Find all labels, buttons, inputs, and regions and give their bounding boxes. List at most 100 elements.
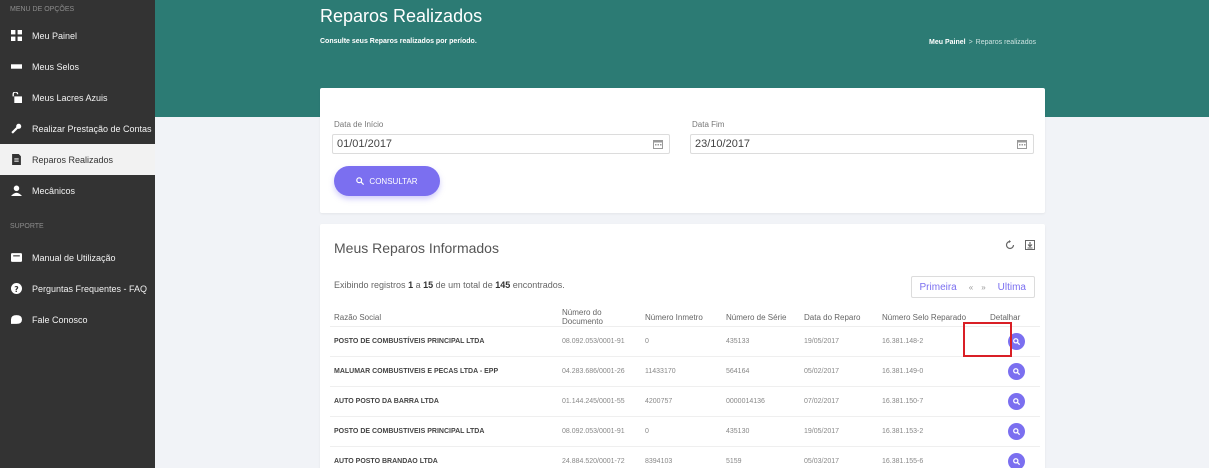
- pager-first[interactable]: Primeira: [912, 277, 965, 297]
- table-header-row: Razão Social Número do Documento Número …: [330, 308, 1040, 327]
- table-cell: 08.092.053/0001-91: [558, 416, 641, 447]
- table-cell: 0: [641, 326, 722, 357]
- table-cell: 564164: [722, 356, 800, 387]
- end-date-label: Data Fim: [692, 120, 725, 129]
- table-cell: 08.092.053/0001-91: [558, 326, 641, 357]
- download-icon[interactable]: [1025, 240, 1035, 250]
- seal-icon: [11, 61, 22, 72]
- records-to: 15: [423, 280, 434, 290]
- pager-prev[interactable]: «: [965, 277, 977, 297]
- table-cell: 435133: [722, 326, 800, 357]
- page-subtitle: Consulte seus Reparos realizados por per…: [320, 38, 477, 45]
- sidebar-item-reparos-realizados[interactable]: Reparos Realizados: [0, 144, 155, 175]
- sidebar-item-meus-lacres-azuis[interactable]: Meus Lacres Azuis: [0, 82, 155, 113]
- table-cell: AUTO POSTO DA BARRA LTDA: [330, 386, 558, 417]
- column-header: Data do Reparo: [800, 308, 878, 327]
- records-total: 145: [495, 280, 511, 290]
- breadcrumb: Meu Painel > Reparos realizados: [929, 39, 1036, 46]
- table-cell: 19/05/2017: [800, 326, 878, 357]
- table-cell: 16.381.155-6: [878, 446, 986, 468]
- table-cell: 16.381.150-7: [878, 386, 986, 417]
- table-cell: MALUMAR COMBUSTIVEIS E PECAS LTDA - EPP: [330, 356, 558, 387]
- table-row: MALUMAR COMBUSTIVEIS E PECAS LTDA - EPP 0…: [330, 356, 1040, 387]
- search-icon: [1013, 368, 1020, 375]
- table-cell: 8394103: [641, 446, 722, 468]
- sidebar-item-mecanicos[interactable]: Mecânicos: [0, 175, 155, 206]
- table-cell: 05/03/2017: [800, 446, 878, 468]
- table-cell: POSTO DE COMBUSTIVEIS PRINCIPAL LTDA: [330, 416, 558, 447]
- highlight-box: [963, 322, 1012, 357]
- detail-button[interactable]: [1008, 423, 1025, 440]
- column-header: Número de Série: [722, 308, 800, 327]
- table-cell: 5159: [722, 446, 800, 468]
- wrench-icon: [11, 123, 22, 134]
- search-icon: [1013, 428, 1020, 435]
- sidebar-item-label: Fale Conosco: [32, 314, 88, 325]
- records-info: Exibindo registros 1 a 15 de um total de…: [334, 280, 565, 290]
- column-header: Razão Social: [330, 308, 558, 327]
- sidebar-item-meus-selos[interactable]: Meus Selos: [0, 51, 155, 82]
- calendar-icon[interactable]: [1017, 139, 1027, 149]
- sidebar: MENU DE OPÇÕES Meu Painel Meus Selos Meu…: [0, 0, 155, 468]
- sidebar-menu-heading: MENU DE OPÇÕES: [10, 6, 75, 13]
- sidebar-item-faq[interactable]: ? Perguntas Frequentes - FAQ: [0, 273, 155, 304]
- table-cell: 07/02/2017: [800, 386, 878, 417]
- records-info-prefix: Exibindo registros: [334, 280, 406, 290]
- column-header: Número do Documento: [558, 308, 641, 327]
- search-icon: [1013, 338, 1020, 345]
- start-date-field[interactable]: 01/01/2017: [332, 134, 670, 154]
- pager-last[interactable]: Ultima: [990, 277, 1034, 297]
- book-icon: [11, 252, 22, 263]
- card-tools: [1005, 240, 1035, 250]
- table-cell: 16.381.149-0: [878, 356, 986, 387]
- table-cell: 04.283.686/0001-26: [558, 356, 641, 387]
- table-cell: 16.381.153-2: [878, 416, 986, 447]
- detail-button[interactable]: [1008, 393, 1025, 410]
- records-info-mid: de um total de: [435, 280, 493, 290]
- results-title: Meus Reparos Informados: [334, 240, 499, 256]
- table-cell: 11433170: [641, 356, 722, 387]
- calendar-icon[interactable]: [653, 139, 663, 149]
- table-cell: AUTO POSTO BRANDAO LTDA: [330, 446, 558, 468]
- end-date-field[interactable]: 23/10/2017: [690, 134, 1034, 154]
- filter-card: Data de Início 01/01/2017 Data Fim 23/10…: [320, 88, 1045, 213]
- sidebar-item-meu-painel[interactable]: Meu Painel: [0, 20, 155, 51]
- table-cell: 435130: [722, 416, 800, 447]
- table-cell: 01.144.245/0001-55: [558, 386, 641, 417]
- table-cell: 0000014136: [722, 386, 800, 417]
- sidebar-item-manual[interactable]: Manual de Utilização: [0, 242, 155, 273]
- start-date-label: Data de Início: [334, 120, 384, 129]
- detail-button[interactable]: [1008, 453, 1025, 468]
- detail-button[interactable]: [1008, 363, 1025, 380]
- records-info-suffix: encontrados.: [512, 280, 565, 290]
- pager-next[interactable]: »: [977, 277, 989, 297]
- search-icon: [356, 177, 365, 185]
- sidebar-item-label: Meus Lacres Azuis: [32, 92, 108, 103]
- column-header: Número Inmetro: [641, 308, 722, 327]
- records-from: 1: [408, 280, 414, 290]
- table-cell: POSTO DE COMBUSTÍVEIS PRINCIPAL LTDA: [330, 326, 558, 357]
- sidebar-item-label: Manual de Utilização: [32, 252, 116, 263]
- records-info-a: a: [415, 280, 421, 290]
- search-icon: [1013, 398, 1020, 405]
- refresh-icon[interactable]: [1005, 240, 1015, 250]
- sidebar-item-label: Meu Painel: [32, 30, 78, 41]
- sidebar-item-label: Reparos Realizados: [32, 154, 114, 165]
- sidebar-item-fale-conosco[interactable]: Fale Conosco: [0, 304, 155, 335]
- consultar-button[interactable]: CONSULTAR: [334, 166, 440, 196]
- search-icon: [1013, 458, 1020, 465]
- table-row: POSTO DE COMBUSTIVEIS PRINCIPAL LTDA 08.0…: [330, 416, 1040, 447]
- table-cell-action: [986, 386, 1040, 417]
- sidebar-item-label: Perguntas Frequentes - FAQ: [32, 283, 148, 294]
- consultar-label: CONSULTAR: [369, 176, 418, 186]
- sidebar-item-label: Realizar Prestação de Contas: [32, 123, 152, 134]
- breadcrumb-current: Reparos realizados: [975, 39, 1036, 46]
- user-icon: [11, 185, 22, 196]
- table-row: AUTO POSTO DA BARRA LTDA 01.144.245/0001-…: [330, 386, 1040, 417]
- dashboard-icon: [11, 30, 22, 41]
- document-icon: [11, 154, 22, 165]
- breadcrumb-home-link[interactable]: Meu Painel: [929, 39, 966, 46]
- sidebar-item-prestacao-contas[interactable]: Realizar Prestação de Contas: [0, 113, 155, 144]
- table-cell-action: [986, 416, 1040, 447]
- table-cell: 24.884.520/0001-72: [558, 446, 641, 468]
